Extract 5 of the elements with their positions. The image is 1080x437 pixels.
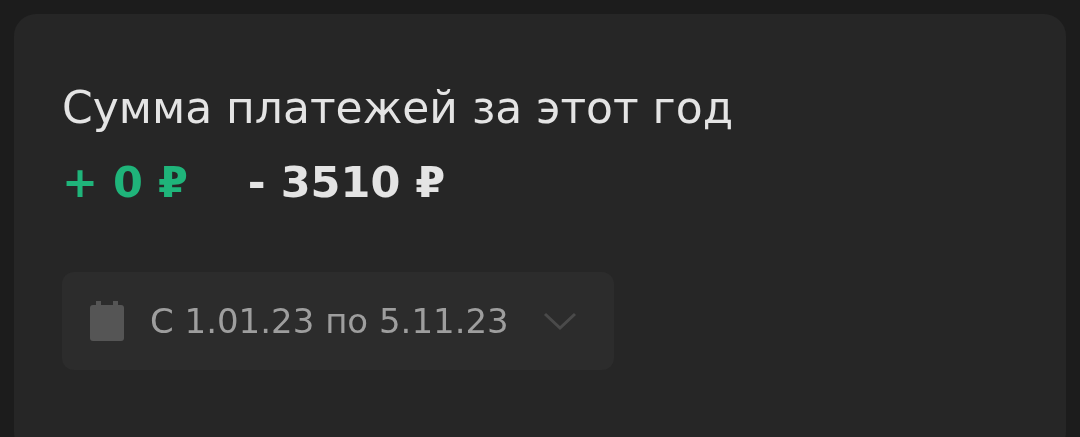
card-title: Сумма платежей за этот год: [62, 81, 735, 135]
calendar-icon: [90, 301, 124, 341]
income-amount: + 0 ₽: [62, 156, 188, 209]
expense-amount: - 3510 ₽: [247, 156, 446, 209]
date-range-picker[interactable]: С 1.01.23 по 5.11.23: [62, 272, 614, 370]
